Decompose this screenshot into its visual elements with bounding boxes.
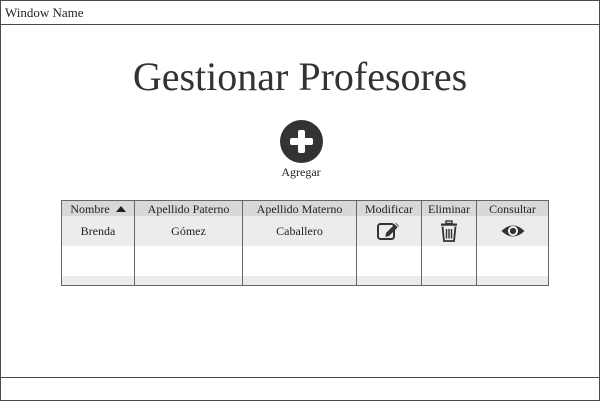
app-window: Window Name Gestionar Profesores Agregar… (0, 0, 600, 401)
column-header-nombre[interactable]: Nombre (61, 200, 135, 216)
column-header-label: Nombre (70, 201, 110, 216)
cell-apellido-paterno: Gómez (134, 216, 243, 246)
cell-consultar (476, 216, 549, 246)
table-header-row: Nombre Apellido Paterno Apellido Materno… (61, 200, 549, 216)
table-row-empty (61, 276, 549, 286)
window-status-bar (1, 377, 599, 401)
column-header-consultar: Consultar (476, 200, 549, 216)
eye-icon[interactable] (500, 220, 526, 242)
cell-modificar (356, 216, 422, 246)
sort-ascending-icon[interactable] (115, 205, 126, 212)
plus-circle-icon[interactable] (279, 120, 323, 163)
add-button-label[interactable]: Agregar (271, 165, 331, 179)
column-header-eliminar: Eliminar (421, 200, 477, 216)
table-row[interactable]: Brenda Gómez Caballero (61, 216, 549, 246)
page-title: Gestionar Profesores (132, 54, 468, 99)
cell-eliminar (421, 216, 477, 246)
column-header-apellido-materno[interactable]: Apellido Materno (242, 200, 357, 216)
window-title: Window Name (5, 5, 84, 20)
edit-icon[interactable] (376, 220, 402, 242)
cell-nombre: Brenda (61, 216, 135, 246)
window-titlebar: Window Name (1, 1, 599, 25)
cell-apellido-materno: Caballero (242, 216, 357, 246)
trash-icon[interactable] (436, 220, 462, 242)
column-header-modificar: Modificar (356, 200, 422, 216)
table-row-empty (61, 246, 549, 276)
professors-table: Nombre Apellido Paterno Apellido Materno… (61, 200, 549, 286)
add-professor-control[interactable]: Agregar (271, 120, 331, 182)
column-header-apellido-paterno[interactable]: Apellido Paterno (134, 200, 243, 216)
